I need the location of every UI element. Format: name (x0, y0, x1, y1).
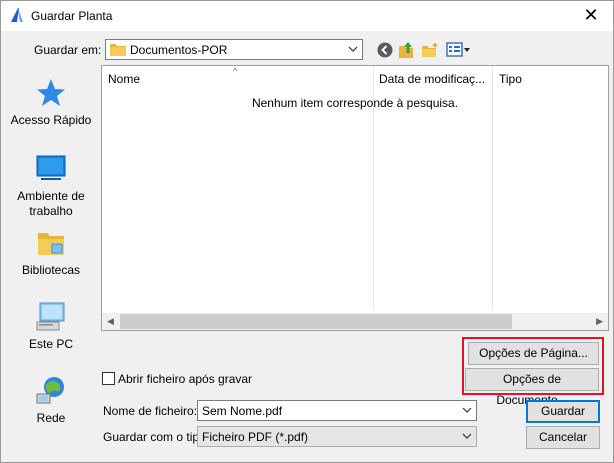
place-network[interactable]: Rede (5, 375, 97, 426)
lookin-dropdown[interactable]: Documentos-POR (105, 39, 363, 60)
open-after-save-checkbox[interactable] (102, 372, 115, 385)
place-label: Ambiente de trabalho (17, 189, 85, 218)
column-header-type[interactable]: Tipo (499, 72, 522, 86)
filetype-dropdown[interactable]: Ficheiro PDF (*.pdf) (197, 426, 477, 447)
title-bar: Guardar Planta ✕ (1, 1, 613, 31)
lookin-value: Documentos-POR (130, 43, 228, 57)
horizontal-scrollbar[interactable]: ◀ ▶ (102, 313, 608, 330)
view-menu-icon[interactable] (446, 41, 472, 59)
save-button[interactable]: Guardar (526, 400, 600, 423)
back-icon[interactable] (376, 41, 394, 59)
network-icon (36, 377, 64, 404)
place-libraries[interactable]: Bibliotecas (5, 227, 97, 278)
new-folder-icon[interactable] (421, 41, 439, 59)
libraries-icon (38, 233, 64, 255)
filetype-value: Ficheiro PDF (*.pdf) (202, 430, 309, 444)
filename-label: Nome de ficheiro: (103, 404, 198, 418)
cancel-button[interactable]: Cancelar (526, 426, 600, 449)
filename-value: Sem Nome.pdf (202, 404, 283, 418)
scroll-left-icon[interactable]: ◀ (107, 316, 114, 327)
up-folder-icon[interactable] (398, 41, 416, 59)
filename-input[interactable]: Sem Nome.pdf (197, 400, 477, 421)
place-label: Bibliotecas (21, 263, 81, 277)
app-icon (11, 8, 23, 22)
open-after-save-label[interactable]: Abrir ficheiro após gravar (118, 372, 252, 386)
window-title: Guardar Planta (31, 9, 113, 23)
chevron-down-icon[interactable] (462, 404, 472, 416)
scroll-right-icon[interactable]: ▶ (596, 316, 603, 327)
document-options-button[interactable]: Opções de Documento... (465, 368, 599, 407)
filetype-label: Guardar com o tipo: (103, 430, 210, 444)
folder-icon (110, 44, 126, 56)
empty-message: Nenhum item corresponde à pesquisa. (251, 96, 459, 110)
place-label: Este PC (28, 337, 73, 351)
desktop-icon (36, 155, 66, 180)
save-dialog: Guardar Planta ✕ Guardar em: Documentos-… (0, 0, 614, 463)
place-quick-access[interactable]: Acesso Rápido (5, 77, 97, 128)
sort-ascending-icon: ^ (233, 66, 238, 76)
file-list[interactable]: ^ Nome Data de modificaç... Tipo Nenhum … (101, 65, 609, 331)
place-label: Rede (36, 411, 66, 425)
places-bar: Acesso Rápido Ambiente de trabalho Bibli… (5, 65, 97, 431)
column-header-date[interactable]: Data de modificaç... (379, 72, 485, 86)
chevron-down-icon[interactable] (462, 430, 472, 442)
place-label: Acesso Rápido (10, 113, 92, 127)
place-this-pc[interactable]: Este PC (5, 301, 97, 352)
page-options-button[interactable]: Opções de Página... (468, 342, 599, 365)
scrollbar-thumb[interactable] (120, 314, 512, 329)
chevron-down-icon (348, 46, 358, 52)
computer-icon (36, 302, 65, 331)
star-icon (37, 79, 65, 106)
column-header-name[interactable]: Nome (108, 72, 140, 86)
place-desktop[interactable]: Ambiente de trabalho (5, 153, 97, 219)
close-button[interactable]: ✕ (581, 5, 601, 25)
lookin-label: Guardar em: (34, 43, 102, 57)
